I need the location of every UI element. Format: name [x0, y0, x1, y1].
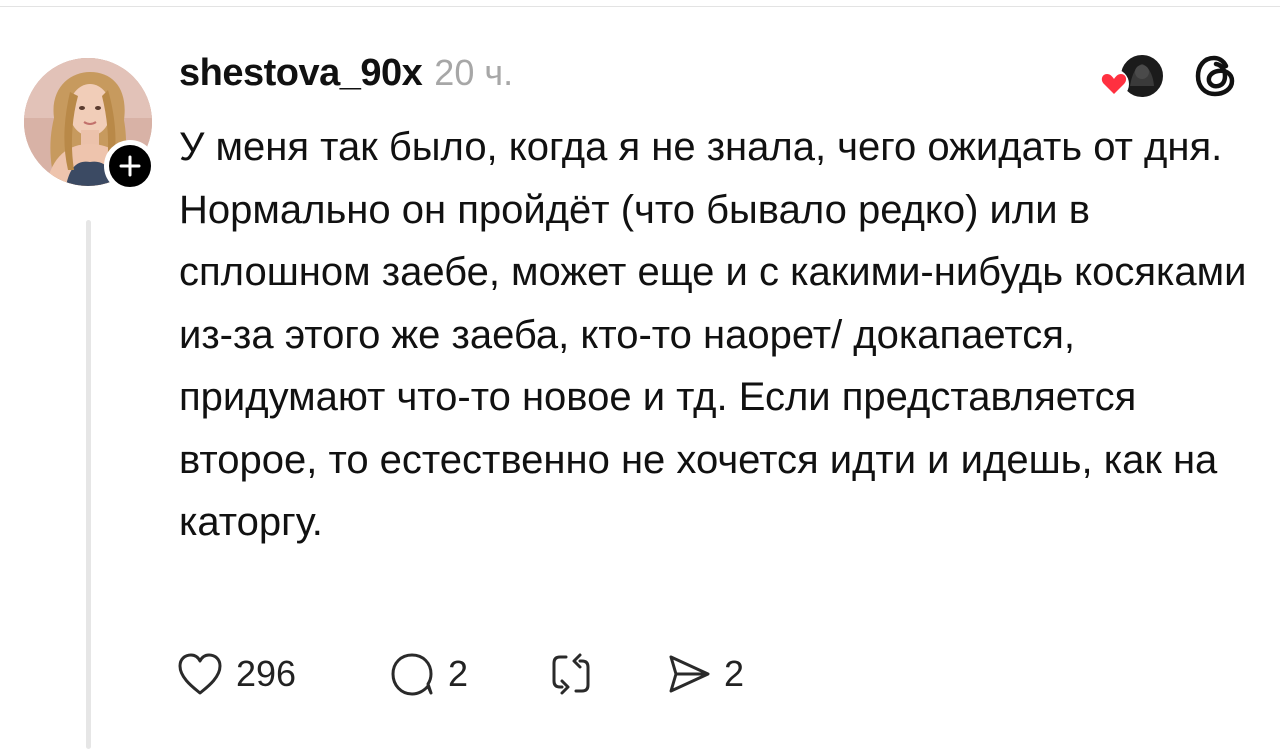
share-count: 2 [724, 653, 745, 694]
replier-avatar-stack [1099, 53, 1165, 99]
username[interactable]: shestova_90x [179, 52, 423, 95]
speech-bubble-icon [391, 653, 433, 696]
heart-icon [1099, 69, 1129, 99]
share-button[interactable]: 2 [666, 648, 744, 700]
send-icon [669, 655, 710, 693]
plus-icon [119, 155, 141, 177]
post-timestamp: 20 ч. [434, 52, 514, 93]
reply-avatars[interactable] [1096, 52, 1172, 102]
repost-button[interactable] [548, 648, 666, 700]
post-header: shestova_90x 20 ч. [179, 52, 513, 100]
threads-logo-icon [1195, 55, 1235, 97]
follow-button[interactable] [104, 140, 156, 192]
action-bar: 296 2 2 [176, 648, 744, 700]
thread-post: shestova_90x 20 ч. У меня так было, когд… [0, 0, 1280, 749]
comment-button[interactable]: 2 [388, 648, 548, 700]
threads-logo[interactable] [1192, 52, 1240, 100]
heart-icon [178, 653, 222, 695]
comment-count: 2 [448, 653, 469, 694]
thread-connector-line [86, 220, 91, 749]
repost-icon [552, 653, 590, 695]
like-count: 296 [236, 653, 297, 694]
post-text: У меня так было, когда я не знала, чего … [179, 125, 1247, 544]
like-button[interactable]: 296 [176, 648, 388, 700]
